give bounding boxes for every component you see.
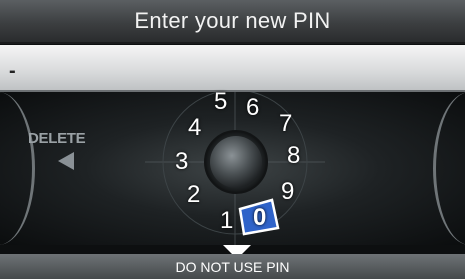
left-arrow-icon (58, 152, 74, 170)
digit-1[interactable]: 1 (220, 209, 233, 233)
digit-3[interactable]: 3 (175, 150, 188, 174)
digit-5[interactable]: 5 (214, 90, 227, 114)
digit-dial[interactable]: 5 6 7 8 9 0 1 2 3 4 (145, 90, 325, 245)
digit-9[interactable]: 9 (281, 180, 294, 204)
delete-label: DELETE (28, 130, 86, 147)
digit-2[interactable]: 2 (187, 183, 200, 207)
digit-0-selected[interactable]: 0 (253, 206, 266, 230)
digit-8[interactable]: 8 (287, 144, 300, 168)
title-bar: Enter your new PIN (0, 0, 465, 44)
pin-entry-screen: Enter your new PIN - DELETE 5 6 7 8 9 0 … (0, 0, 465, 279)
do-not-use-pin-label: DO NOT USE PIN (175, 259, 290, 275)
pin-entry-field: - (0, 45, 465, 93)
page-title: Enter your new PIN (134, 8, 331, 33)
delete-button[interactable]: DELETE (24, 130, 104, 182)
digit-7[interactable]: 7 (279, 112, 292, 136)
digit-6[interactable]: 6 (246, 96, 259, 120)
digit-4[interactable]: 4 (188, 116, 201, 140)
dial-knob-icon (210, 136, 262, 188)
pin-value: - (9, 60, 16, 82)
do-not-use-pin-button[interactable]: DO NOT USE PIN (0, 254, 465, 279)
